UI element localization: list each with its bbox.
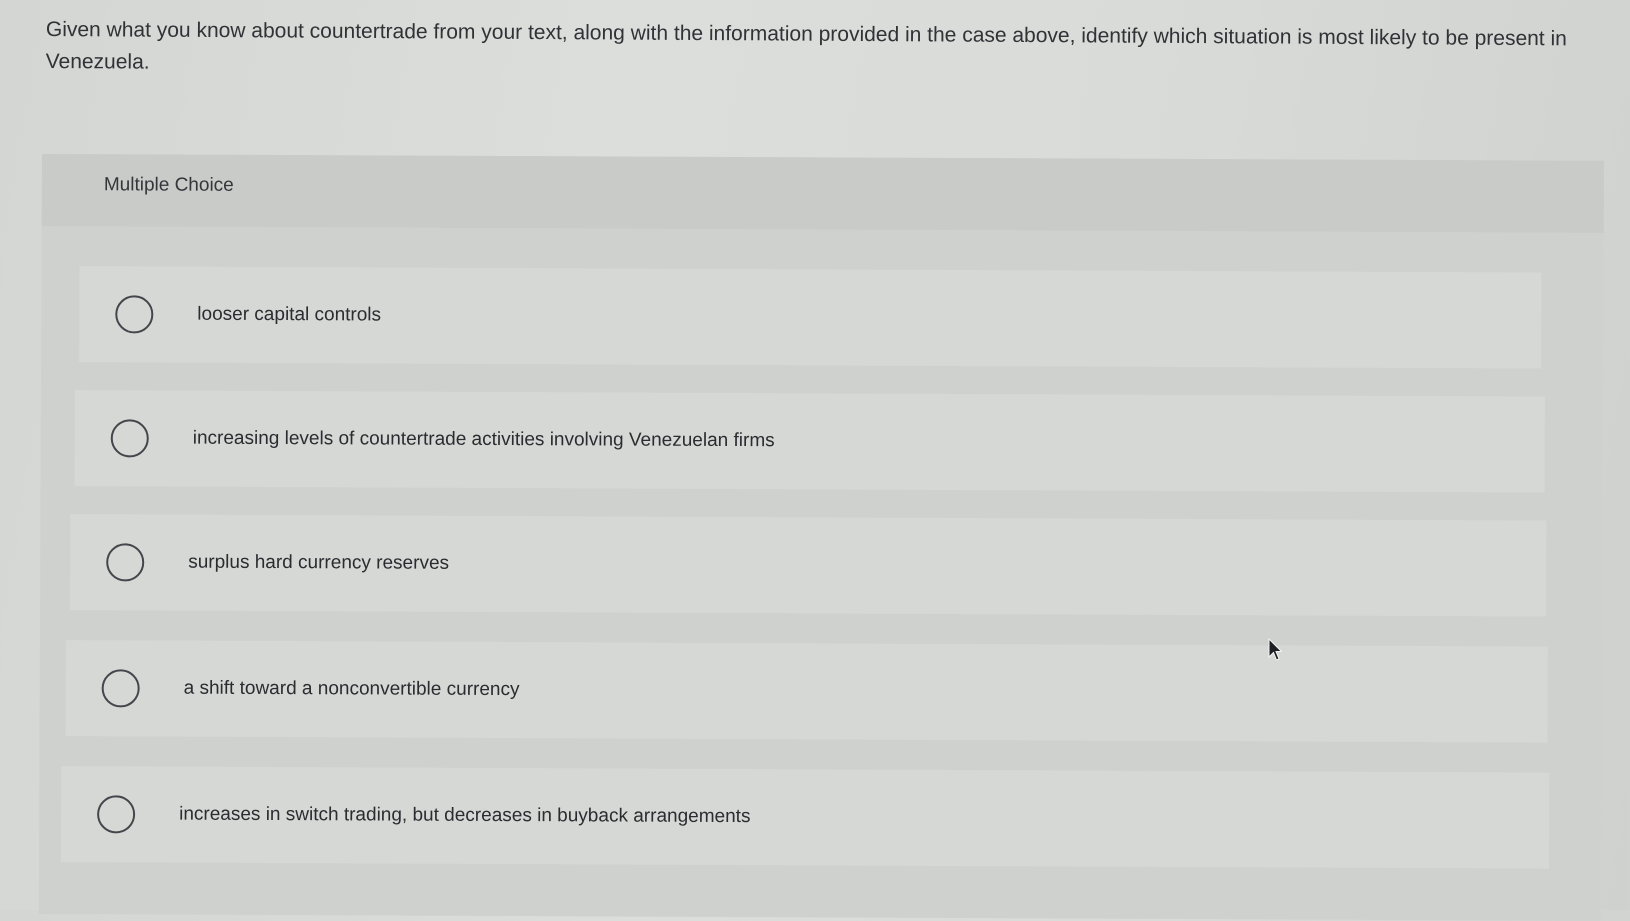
radio-button-icon[interactable] (115, 295, 154, 334)
option-1[interactable]: looser capital controls (79, 266, 1542, 369)
option-5[interactable]: increases in switch trading, but decreas… (60, 766, 1550, 869)
option-label: increases in switch trading, but decreas… (179, 803, 751, 828)
mouse-pointer-icon (1268, 638, 1282, 661)
option-label: a shift toward a nonconvertible currency (183, 677, 520, 701)
radio-button-icon[interactable] (110, 419, 149, 458)
radio-button-icon[interactable] (97, 795, 136, 834)
radio-button-icon[interactable] (101, 669, 140, 708)
option-4[interactable]: a shift toward a nonconvertible currency (65, 640, 1548, 743)
option-3[interactable]: surplus hard currency reserves (70, 514, 1547, 617)
multiple-choice-panel: Multiple Choice looser capital controls … (38, 154, 1604, 921)
panel-header: Multiple Choice (41, 154, 1604, 233)
option-label: increasing levels of countertrade activi… (192, 427, 775, 452)
question-text: Given what you know about countertrade f… (45, 17, 1567, 74)
option-label: surplus hard currency reserves (188, 551, 450, 574)
option-label: looser capital controls (197, 303, 382, 326)
option-2[interactable]: increasing levels of countertrade activi… (74, 390, 1545, 493)
radio-button-icon[interactable] (106, 543, 145, 582)
panel-title: Multiple Choice (103, 174, 234, 196)
